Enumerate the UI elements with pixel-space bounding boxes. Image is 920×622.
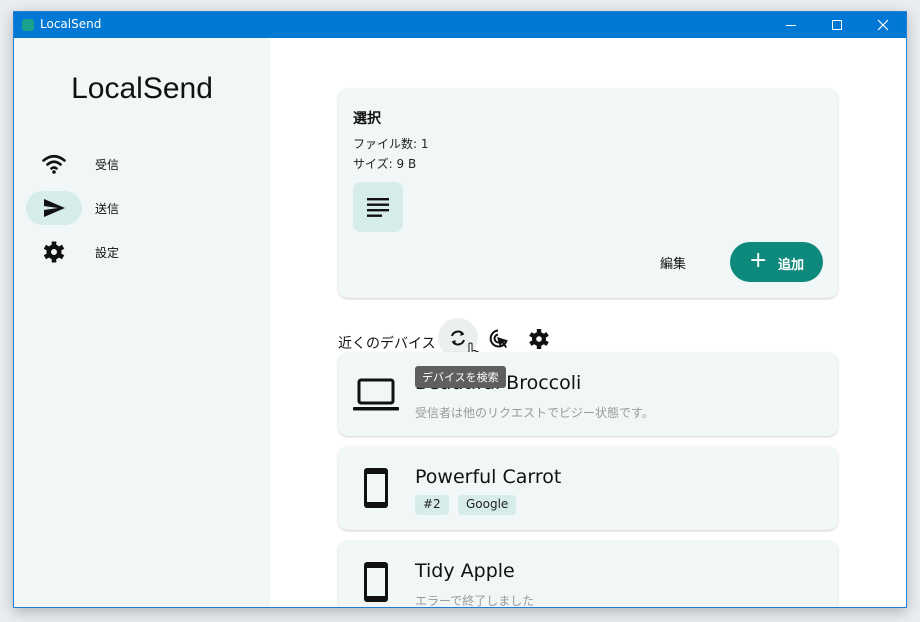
file-thumbnail[interactable] bbox=[353, 182, 403, 232]
nearby-devices-title: 近くのデバイス bbox=[338, 336, 436, 352]
minimize-icon bbox=[786, 25, 796, 26]
laptop-icon bbox=[353, 378, 399, 411]
sidebar: LocalSend 受信 送信 設定 bbox=[14, 38, 270, 607]
sidebar-item-label: 受信 bbox=[95, 158, 120, 172]
search-devices-tooltip: デバイスを検索 bbox=[415, 366, 506, 388]
app-icon bbox=[22, 19, 34, 31]
close-icon bbox=[877, 19, 889, 31]
edit-button[interactable]: 編集 bbox=[660, 253, 686, 272]
sidebar-item-send[interactable]: 送信 bbox=[26, 191, 256, 225]
gear-icon bbox=[529, 329, 549, 349]
text-file-icon bbox=[367, 198, 389, 217]
wifi-icon bbox=[42, 154, 66, 174]
device-card[interactable]: Beautiful Broccoli 受信者は他のリクエストでビジー状態です。 bbox=[338, 352, 838, 436]
add-button[interactable]: + 追加 bbox=[730, 242, 823, 282]
sidebar-item-label: 設定 bbox=[95, 246, 120, 260]
app-window: LocalSend LocalSend 受信 送信 設定 選択 ファイル数: 1… bbox=[13, 11, 907, 608]
device-tag: Google bbox=[458, 495, 517, 515]
device-tag: #2 bbox=[415, 495, 449, 515]
device-status: エラーで終了しました bbox=[415, 594, 535, 608]
title-bar[interactable]: LocalSend bbox=[14, 12, 906, 38]
main-content: 選択 ファイル数: 1 サイズ: 9 B 編集 + 追加 近くのデバイス デバイ… bbox=[270, 38, 906, 608]
sidebar-item-settings[interactable]: 設定 bbox=[26, 235, 256, 269]
device-name: Powerful Carrot bbox=[415, 466, 562, 488]
plus-icon: + bbox=[749, 248, 768, 273]
device-name: Tidy Apple bbox=[415, 560, 515, 582]
selection-card: 選択 ファイル数: 1 サイズ: 9 B 編集 + 追加 bbox=[338, 88, 838, 298]
target-cursor-icon bbox=[489, 329, 508, 348]
add-button-label: 追加 bbox=[778, 258, 805, 273]
file-size: サイズ: 9 B bbox=[353, 157, 417, 171]
phone-icon bbox=[364, 562, 388, 602]
device-status: 受信者は他のリクエストでビジー状態です。 bbox=[415, 406, 654, 420]
device-card[interactable]: Tidy Apple エラーで終了しました bbox=[338, 540, 838, 608]
maximize-button[interactable] bbox=[814, 12, 860, 38]
selection-title: 選択 bbox=[353, 111, 381, 127]
phone-icon bbox=[364, 468, 388, 508]
minimize-button[interactable] bbox=[768, 12, 814, 38]
file-count: ファイル数: 1 bbox=[353, 137, 429, 151]
window-title: LocalSend bbox=[40, 17, 102, 31]
sidebar-item-label: 送信 bbox=[95, 202, 120, 216]
maximize-icon bbox=[832, 20, 842, 30]
device-card[interactable]: Powerful Carrot #2 Google bbox=[338, 446, 838, 530]
gear-icon bbox=[43, 241, 65, 263]
sidebar-item-receive[interactable]: 受信 bbox=[26, 147, 256, 181]
send-icon bbox=[44, 199, 65, 217]
close-button[interactable] bbox=[860, 12, 906, 38]
app-brand: LocalSend bbox=[71, 72, 213, 105]
